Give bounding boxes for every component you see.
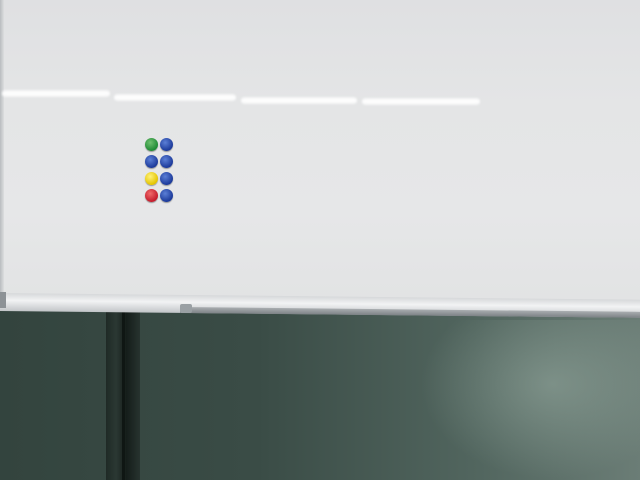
light-reflection — [241, 97, 357, 104]
whiteboard — [0, 0, 640, 300]
whiteboard-left-edge — [0, 0, 4, 300]
marker-tray-clip — [180, 304, 192, 313]
green-magnet — [145, 138, 158, 151]
pillar-shadow-line — [122, 310, 125, 480]
marker-tray-bracket — [0, 292, 6, 308]
blue-magnet — [160, 189, 173, 202]
light-reflection — [2, 90, 110, 97]
blue-magnet — [160, 138, 173, 151]
blue-magnet — [160, 172, 173, 185]
red-magnet — [145, 189, 158, 202]
yellow-magnet — [145, 172, 158, 185]
wall-light-glow — [420, 320, 640, 480]
light-reflection — [114, 94, 236, 101]
blue-magnet — [160, 155, 173, 168]
blue-magnet — [145, 155, 158, 168]
light-reflection — [362, 98, 480, 105]
photo-scene — [0, 0, 640, 480]
